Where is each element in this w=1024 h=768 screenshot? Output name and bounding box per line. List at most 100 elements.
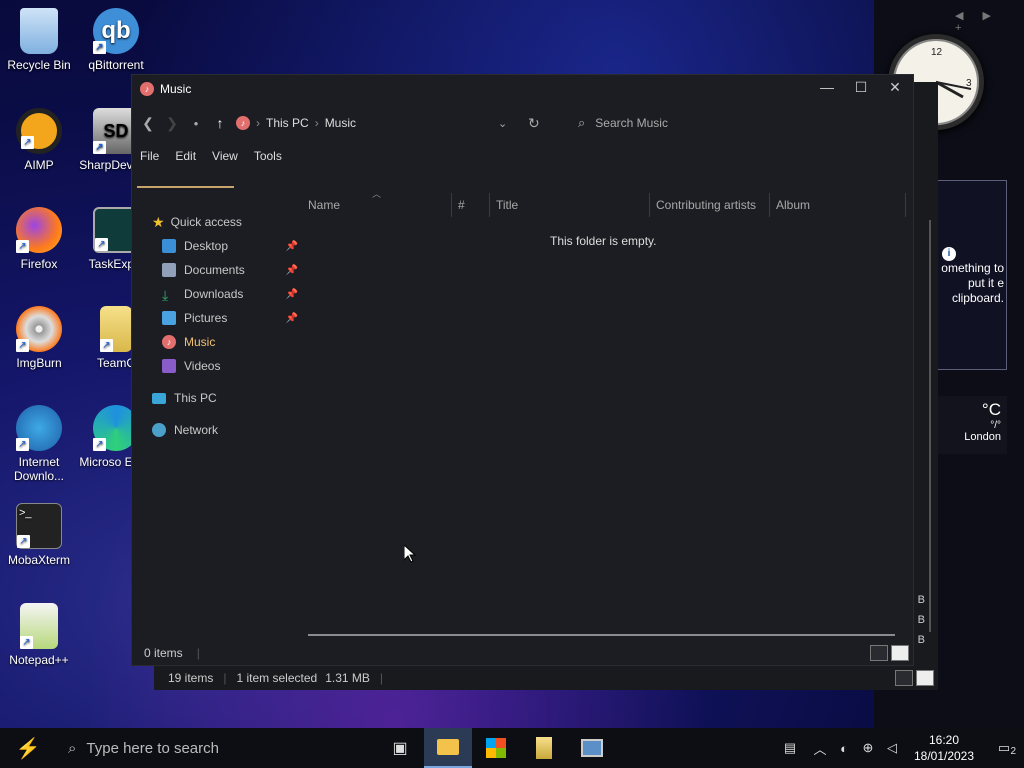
nav-item-desktop[interactable]: Desktop 📌 — [152, 234, 302, 258]
desktop-icon-firefox[interactable]: ↗ Firefox — [0, 207, 78, 271]
input-method-icon[interactable]: ▤ — [772, 740, 808, 756]
globe-icon[interactable]: ⊕ — [856, 740, 880, 756]
desktop-icon-recycle-bin[interactable]: Recycle Bin — [0, 8, 78, 72]
mouse-cursor-icon — [404, 545, 416, 563]
nav-label: Downloads — [184, 287, 244, 301]
large-icons-view-button[interactable] — [916, 670, 934, 686]
menu-file[interactable]: File — [140, 149, 159, 163]
notification-count: 2 — [1010, 746, 1016, 757]
desktop-icon-internet-download[interactable]: ↗ Internet Downlo... — [0, 405, 78, 483]
speaker-muted-icon[interactable]: ◁ — [880, 740, 904, 756]
taskbar: ⚡ ⌕ Type here to search ▣ ▤ ︿ ◐ ⊕ ◁ 16:2… — [0, 728, 1024, 768]
music-note-icon: ♪ — [140, 82, 154, 96]
notification-icon: ▭ — [997, 740, 1011, 755]
close-button[interactable]: ✕ — [880, 79, 910, 96]
taskbar-app-folder[interactable] — [520, 728, 568, 768]
svg-text:3: 3 — [966, 78, 972, 89]
clock-date: 18/01/2023 — [913, 749, 975, 763]
music-note-icon: ♪ — [236, 116, 250, 130]
desktop-icon-qbittorrent[interactable]: qb ↗ qBittorrent — [77, 8, 155, 72]
taskbar-clock[interactable]: 16:20 18/01/2023 — [904, 732, 984, 764]
menu-tools[interactable]: Tools — [254, 149, 282, 163]
weather-temp: °C — [981, 400, 1001, 419]
nav-item-downloads[interactable]: ⤓ Downloads 📌 — [152, 282, 302, 306]
column-header-title[interactable]: Title — [490, 193, 650, 217]
pictures-folder-icon — [162, 311, 176, 325]
shortcut-arrow-icon: ↗ — [100, 339, 113, 352]
shortcut-arrow-icon: ↗ — [20, 636, 33, 649]
taskbar-search-box[interactable]: ⌕ Type here to search — [56, 728, 356, 768]
aimp-icon: ↗ — [16, 108, 62, 154]
task-view-icon: ▣ — [392, 740, 408, 757]
desktop-icon-label: TeamC — [96, 356, 135, 370]
breadcrumb-music[interactable]: Music — [325, 116, 356, 130]
recent-dropdown[interactable]: ● — [184, 119, 208, 128]
nav-this-pc[interactable]: This PC — [152, 386, 302, 410]
desktop-icon-label: Internet Downlo... — [13, 455, 65, 483]
pin-icon: 📌 — [285, 264, 298, 276]
taskbar-remote-desktop[interactable] — [568, 728, 616, 768]
nav-item-pictures[interactable]: Pictures 📌 — [152, 306, 302, 330]
details-view-button[interactable] — [895, 670, 913, 686]
shortcut-arrow-icon: ↗ — [21, 136, 34, 149]
menu-underline — [137, 186, 234, 188]
details-view-button[interactable] — [870, 645, 888, 661]
status-bar: 0 items | — [132, 641, 913, 665]
explorer-window[interactable]: ♪ Music — ☐ ✕ ❮ ❯ ● ↑ ♪ › This PC › Musi… — [131, 74, 914, 666]
horizontal-scrollbar[interactable] — [308, 634, 895, 636]
idm-icon: ↗ — [16, 405, 62, 451]
large-icons-view-button[interactable] — [891, 645, 909, 661]
breadcrumb-this-pc[interactable]: This PC — [266, 116, 309, 130]
chevron-down-icon[interactable]: ⌄ — [498, 117, 507, 130]
monitor-icon — [152, 392, 166, 404]
nav-item-videos[interactable]: Videos — [152, 354, 302, 378]
column-headers: Name # Title Contributing artists Album — [302, 193, 907, 217]
sort-chevron-icon: ︿ — [372, 189, 382, 199]
nav-item-documents[interactable]: Documents 📌 — [152, 258, 302, 282]
column-header-album[interactable]: Album — [770, 193, 906, 217]
up-arrow-icon[interactable]: ↑ — [208, 115, 232, 131]
background-scrollbar[interactable] — [929, 220, 931, 632]
task-view-button[interactable]: ▣ — [376, 728, 424, 768]
taskbar-search-input[interactable]: Type here to search — [86, 740, 219, 757]
column-header-artists[interactable]: Contributing artists — [650, 193, 770, 217]
title-bar[interactable]: ♪ Music — ☐ ✕ — [132, 75, 913, 103]
column-header-number[interactable]: # — [452, 193, 490, 217]
chevron-up-icon[interactable]: ︿ — [808, 739, 832, 758]
nav-label: Music — [184, 335, 216, 349]
back-button[interactable]: ❮ — [136, 115, 160, 132]
tray-app-icon[interactable]: ◐ — [832, 741, 856, 756]
shortcut-arrow-icon: ↗ — [17, 535, 30, 548]
desktop-icon-imgburn[interactable]: ↗ ImgBurn — [0, 306, 78, 370]
nav-network[interactable]: Network — [152, 418, 302, 442]
start-button[interactable]: ⚡ — [0, 736, 56, 761]
store-icon — [486, 738, 506, 758]
refresh-icon[interactable]: ↻ — [528, 115, 540, 132]
taskbar-microsoft-store[interactable] — [472, 728, 520, 768]
desktop-icon-aimp[interactable]: ↗ AIMP — [0, 108, 78, 172]
search-box[interactable]: ⌕ Search Music — [572, 109, 802, 137]
status-size: 1.31 MB — [325, 671, 370, 685]
forward-button[interactable]: ❯ — [160, 115, 184, 132]
empty-folder-message: This folder is empty. — [550, 234, 657, 248]
notepadpp-icon: ↗ — [20, 603, 58, 649]
search-input[interactable]: Search Music — [595, 116, 668, 130]
side-letter: B — [917, 614, 925, 626]
notifications-button[interactable]: ▭ 2 — [984, 740, 1024, 757]
desktop-icon-mobaxterm[interactable]: >_ ↗ MobaXterm — [0, 503, 78, 567]
desktop-icon-notepadpp[interactable]: ↗ Notepad++ — [0, 603, 78, 667]
gadget-nav-arrows[interactable]: ◀ ▶ + — [955, 9, 1024, 34]
menu-view[interactable]: View — [212, 149, 238, 163]
nav-quick-access[interactable]: ★ Quick access — [152, 210, 302, 234]
nav-item-music[interactable]: ♪ Music — [152, 330, 302, 354]
maximize-button[interactable]: ☐ — [846, 79, 876, 96]
nav-label: Videos — [184, 359, 221, 373]
minimize-button[interactable]: — — [812, 79, 842, 95]
taskbar-file-explorer[interactable] — [424, 728, 472, 768]
menu-edit[interactable]: Edit — [175, 149, 196, 163]
clipboard-text: omething to put it e clipboard. — [941, 261, 1004, 305]
shortcut-arrow-icon: ↗ — [93, 41, 106, 54]
pin-icon: 📌 — [285, 240, 298, 252]
shortcut-arrow-icon: ↗ — [93, 438, 106, 451]
pin-icon: 📌 — [285, 288, 298, 300]
